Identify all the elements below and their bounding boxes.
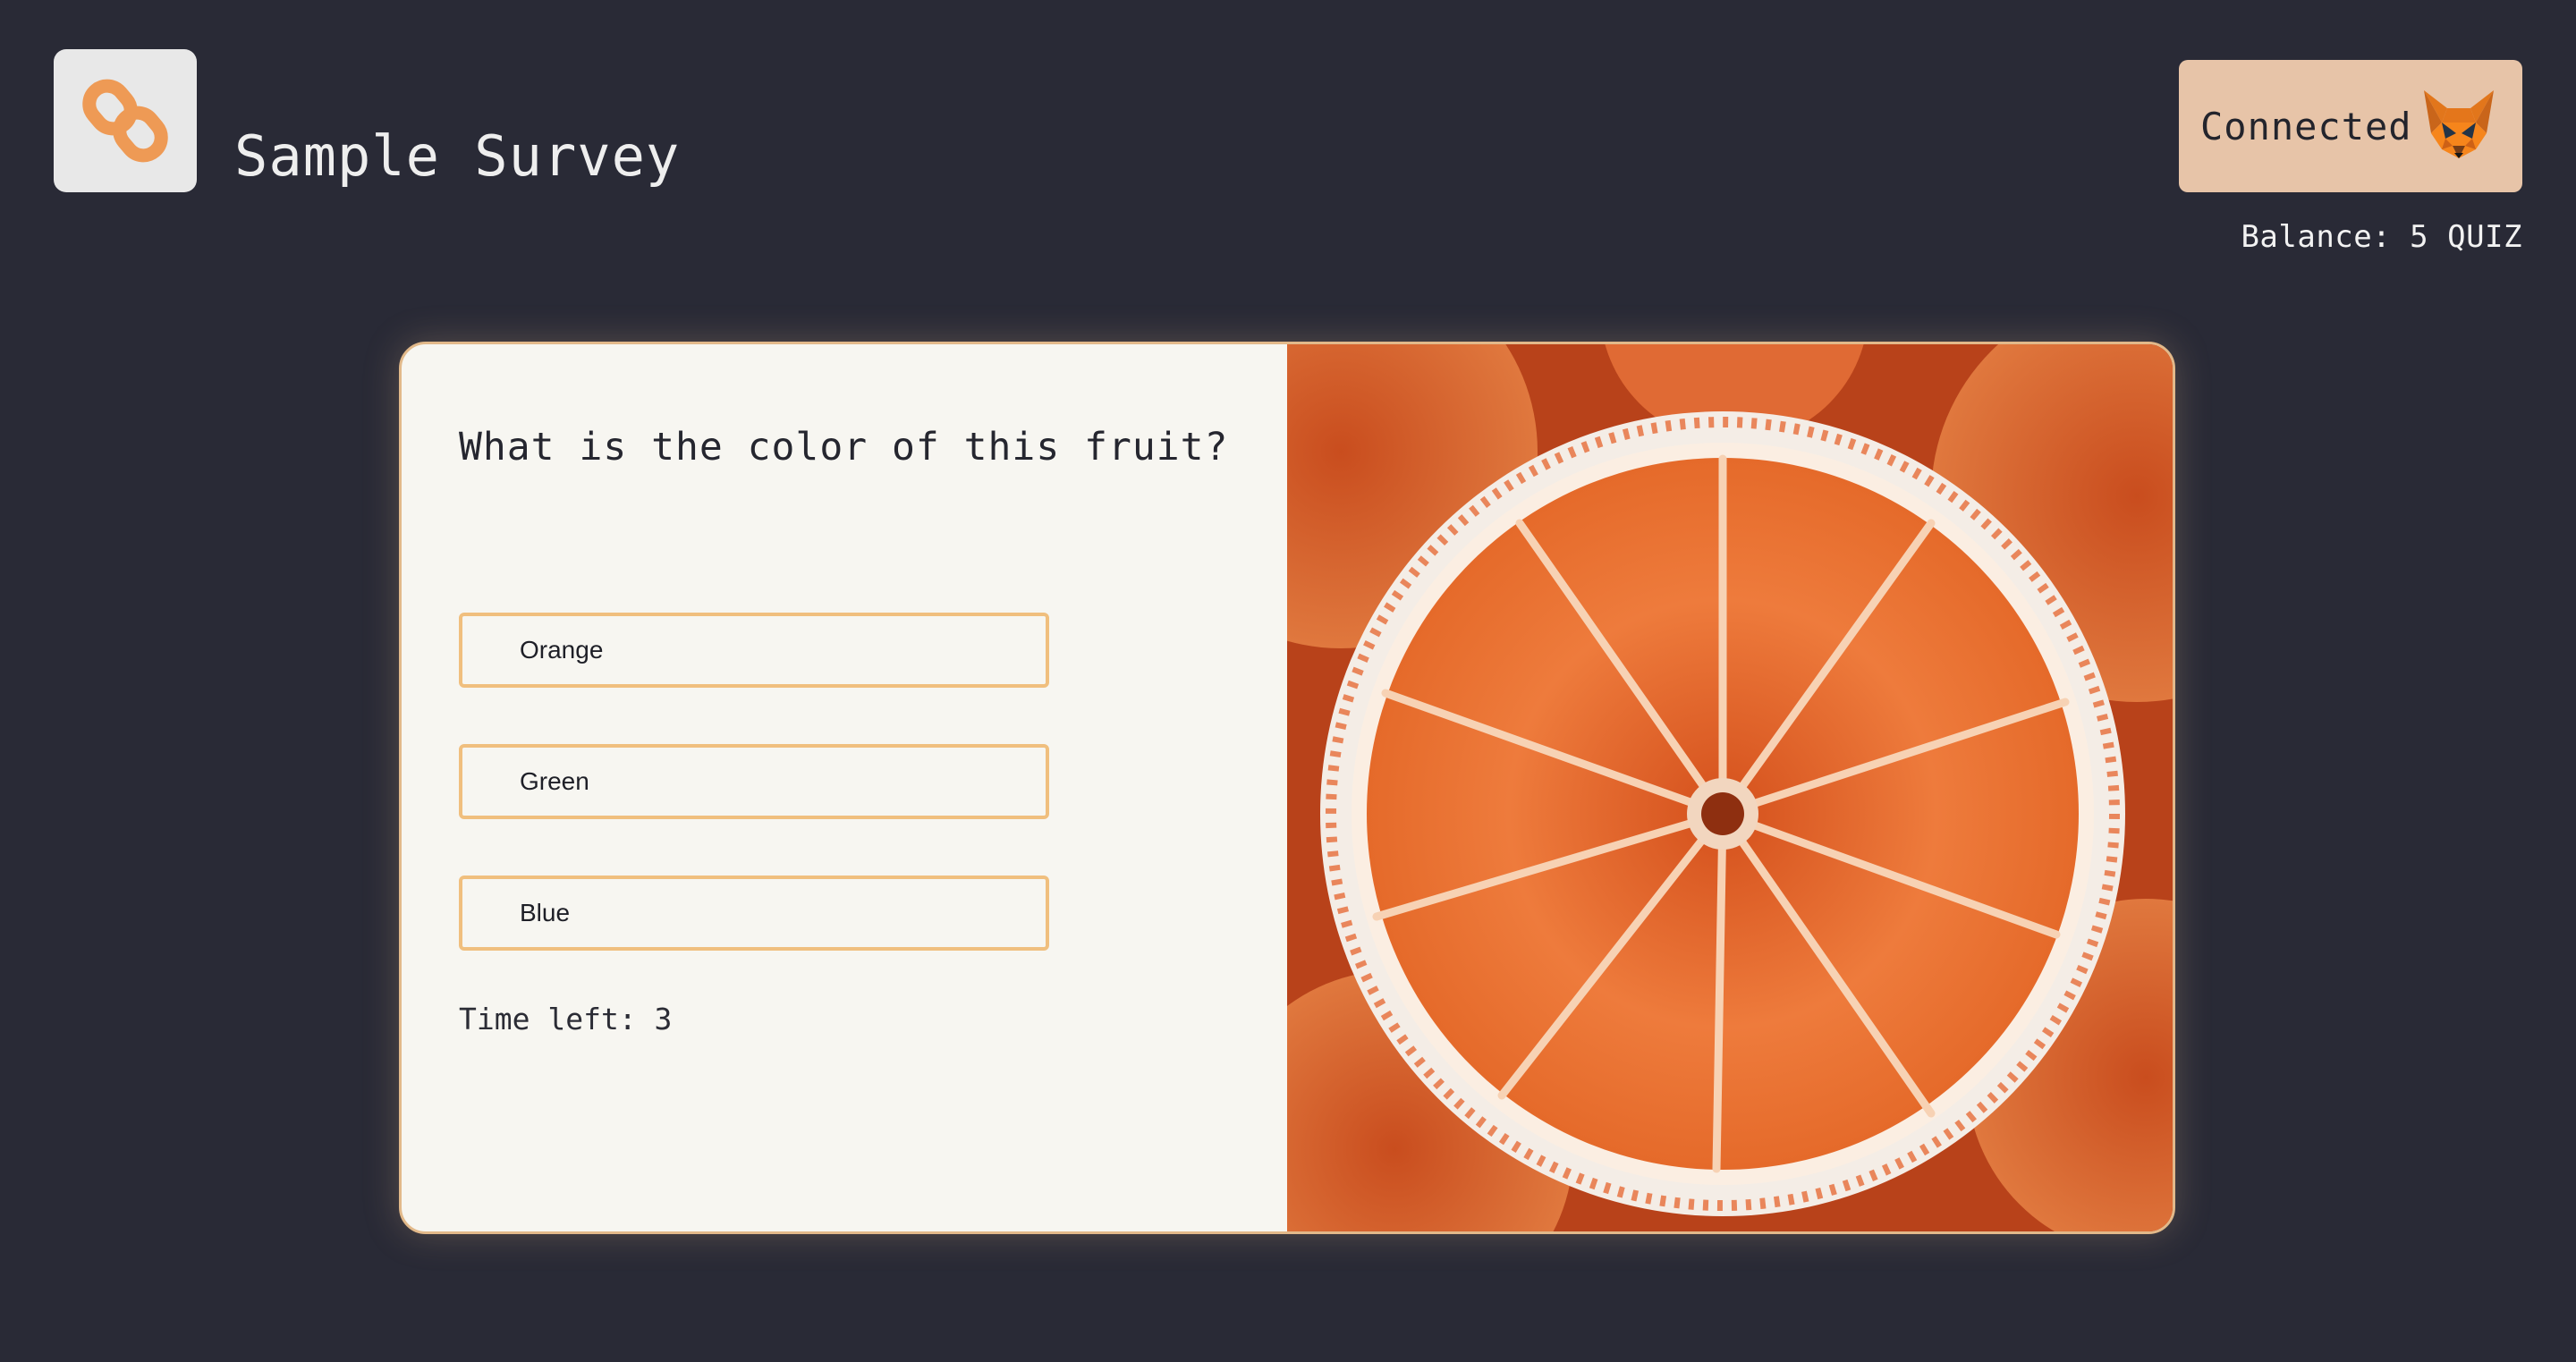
sliced-orange-image — [1287, 344, 2173, 1231]
quiz-card: What is the color of this fruit? Orange … — [399, 342, 2175, 1234]
answer-option-orange[interactable]: Orange — [459, 613, 1049, 688]
chain-link-icon — [82, 79, 168, 163]
metamask-fox-icon — [2420, 87, 2497, 164]
wallet-status-label: Connected — [2200, 104, 2412, 148]
wallet-connect-button[interactable]: Connected — [2179, 60, 2522, 192]
question-text: What is the color of this fruit? — [459, 425, 1229, 470]
countdown-timer: Time left: 3 — [459, 1002, 673, 1036]
answer-option-green[interactable]: Green — [459, 744, 1049, 819]
app-logo[interactable] — [54, 49, 197, 192]
page-title: Sample Survey — [234, 123, 681, 189]
question-panel: What is the color of this fruit? Orange … — [402, 344, 1287, 1231]
question-image — [1287, 344, 2173, 1231]
answer-option-blue[interactable]: Blue — [459, 876, 1049, 951]
token-balance: Balance: 5 QUIZ — [2241, 219, 2522, 255]
